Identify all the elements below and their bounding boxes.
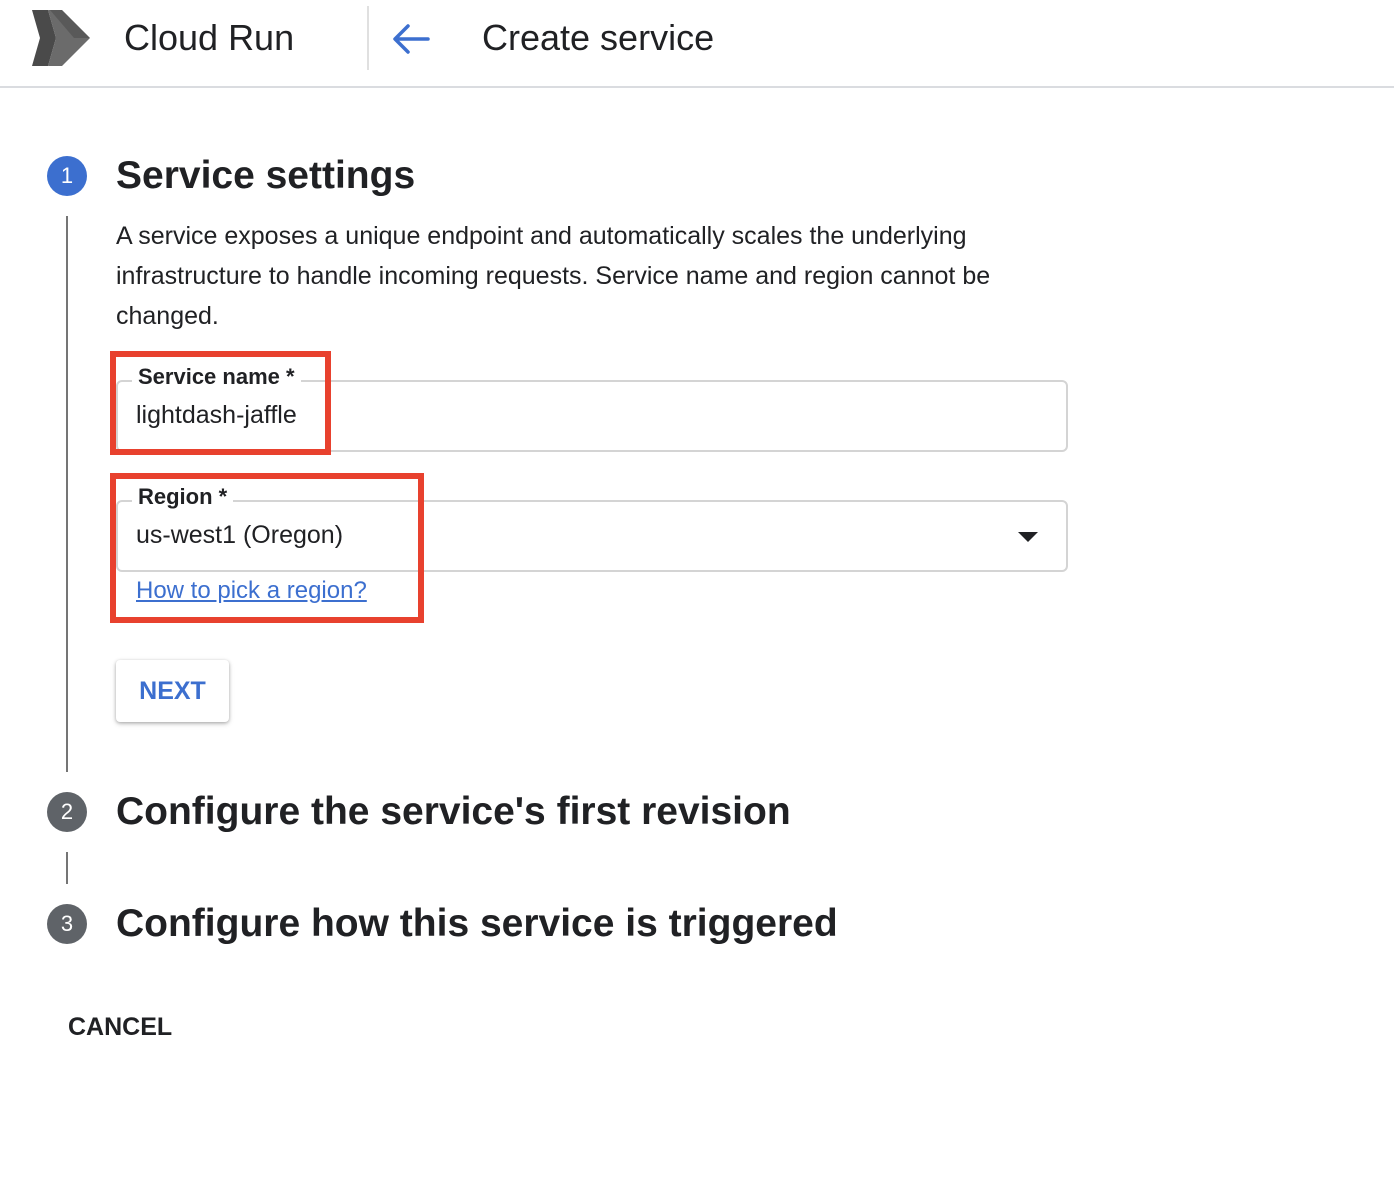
page-title: Create service [482,17,715,58]
service-name-label: Service name * [132,362,301,392]
step-2-number: 2 [47,792,87,832]
header-divider [367,6,369,70]
next-button[interactable]: NEXT [116,660,229,722]
cloud-run-logo[interactable] [30,8,94,68]
app-header: Cloud Run Create service [0,0,1394,88]
caret-down-icon[interactable] [1016,530,1040,544]
region-value[interactable]: us-west1 (Oregon) [136,518,343,552]
step-3-title[interactable]: Configure how this service is triggered [116,900,838,948]
cancel-button[interactable]: CANCEL [68,1010,172,1044]
step-connector-1 [66,216,68,772]
product-name: Cloud Run [124,17,295,58]
service-name-field[interactable]: Service name * lightdash-jaffle [116,362,1068,452]
region-select[interactable]: Region * us-west1 (Oregon) [116,482,1068,572]
region-help-link[interactable]: How to pick a region? [136,574,367,608]
step-2-title[interactable]: Configure the service's first revision [116,788,791,836]
arrow-left-icon[interactable] [388,18,432,60]
region-label: Region * [132,482,234,512]
service-settings-description: A service exposes a unique endpoint and … [116,222,991,330]
step-3-number: 3 [47,904,87,944]
step-1-number: 1 [47,156,87,196]
step-connector-2 [66,852,68,884]
service-name-input[interactable]: lightdash-jaffle [136,398,297,432]
step-1-title[interactable]: Service settings [116,152,415,200]
